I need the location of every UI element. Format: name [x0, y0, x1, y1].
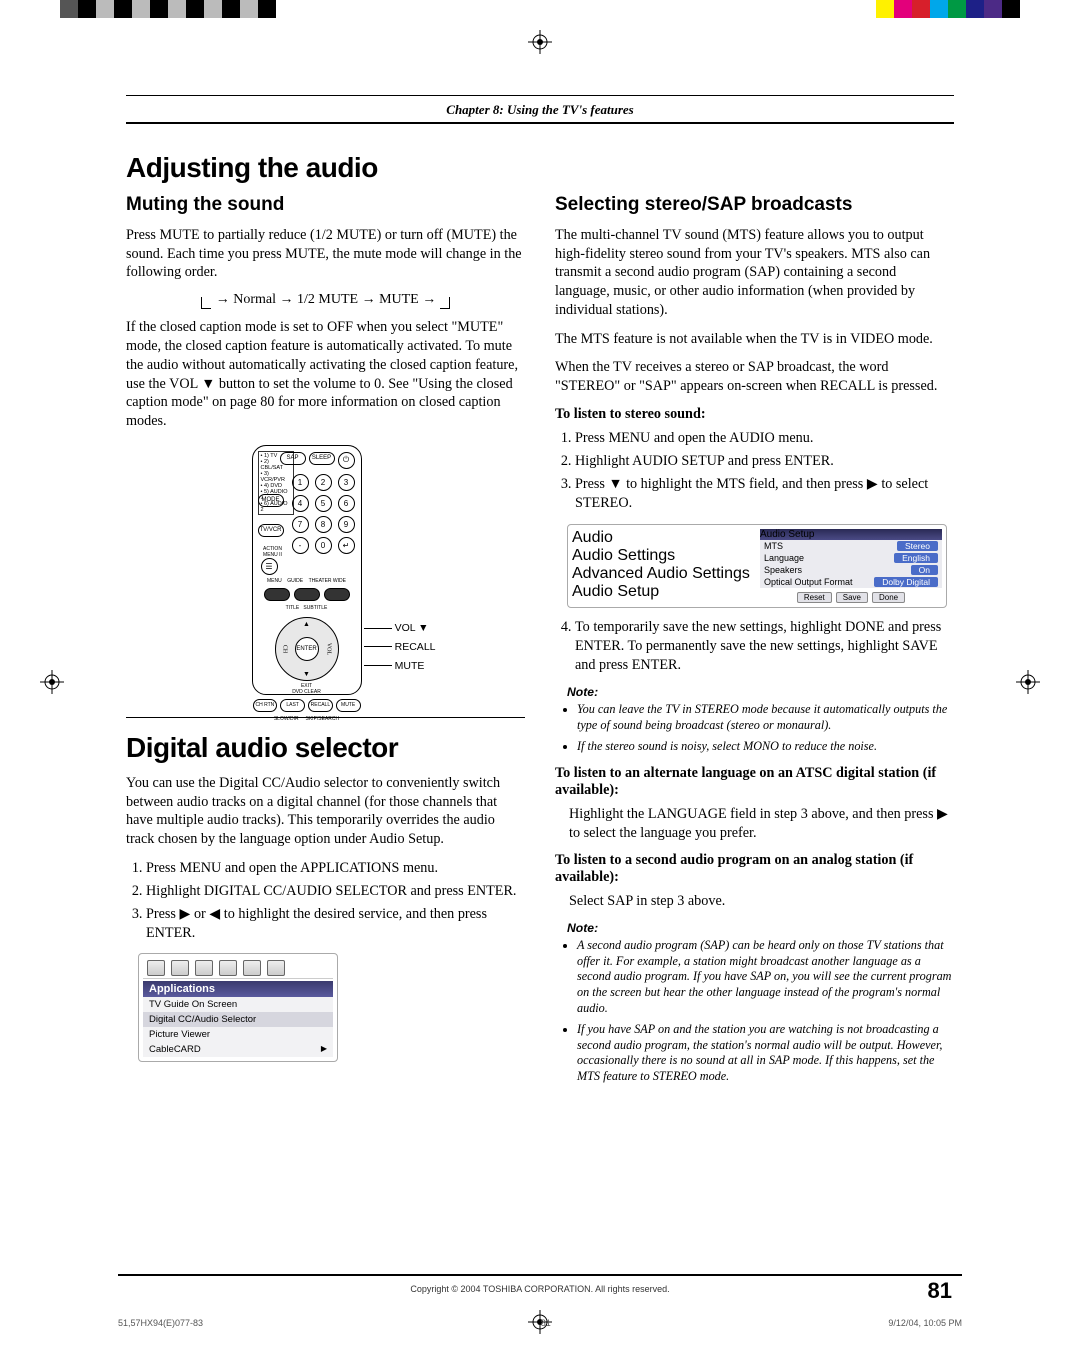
- menu-tab-icon: [267, 960, 285, 976]
- menu-tab-icon: [243, 960, 261, 976]
- note-item: If you have SAP on and the station you a…: [577, 1022, 954, 1084]
- right-column: Selecting stereo/SAP broadcasts The mult…: [555, 194, 954, 1095]
- menu-tab-icon: [171, 960, 189, 976]
- das-step-3: Press ▶ or ◀ to highlight the desired se…: [146, 905, 525, 943]
- sleep-button: SLEEP: [309, 452, 335, 465]
- muting-paragraph-1: Press MUTE to partially reduce (1/2 MUTE…: [126, 226, 525, 282]
- stereo-step-2: Highlight AUDIO SETUP and press ENTER.: [575, 452, 954, 471]
- remote-callouts: VOL ▼ RECALL MUTE: [364, 619, 436, 676]
- menu-tab-icon: [195, 960, 213, 976]
- audio-item: Advanced Audio Settings: [572, 565, 754, 583]
- kv-key: MTS: [764, 541, 783, 551]
- stereo-steps: Press MENU and open the AUDIO menu. High…: [575, 429, 954, 514]
- note-item: You can leave the TV in STEREO mode beca…: [577, 702, 954, 733]
- kv-value: On: [911, 565, 938, 575]
- doc-id: 51,57HX94(E)077-83: [118, 1318, 203, 1328]
- note-label: Note:: [567, 921, 954, 935]
- analog-body: Select SAP in step 3 above.: [569, 892, 954, 911]
- vol-down-label: VOL ▼: [395, 622, 429, 634]
- recall-label: RECALL: [395, 641, 436, 653]
- note-label: Note:: [567, 685, 954, 699]
- build-timestamp: 9/12/04, 10:05 PM: [888, 1318, 962, 1328]
- done-button: Done: [872, 592, 905, 603]
- dpad: ENTER ▲ ▼ CH VOL: [275, 617, 339, 681]
- kv-value: Stereo: [897, 541, 938, 551]
- audio-panel-title: Audio: [572, 529, 754, 547]
- power-icon: ⏻: [338, 452, 355, 469]
- imposition-metadata: 51,57HX94(E)077-83 81 9/12/04, 10:05 PM: [118, 1318, 962, 1328]
- kv-value: English: [894, 553, 938, 563]
- action-menu-button: ☰: [261, 558, 278, 575]
- sheet-number: 81: [541, 1318, 551, 1328]
- left-column: Muting the sound Press MUTE to partially…: [126, 194, 525, 1095]
- sap-notes: A second audio program (SAP) can be hear…: [577, 938, 954, 1084]
- muting-paragraph-2: If the closed caption mode is set to OFF…: [126, 318, 525, 430]
- reset-button: Reset: [797, 592, 832, 603]
- kv-key: Optical Output Format: [764, 577, 853, 587]
- kv-value: Dolby Digital: [874, 577, 938, 587]
- applications-title: Applications: [143, 981, 333, 997]
- das-steps: Press MENU and open the APPLICATIONS men…: [146, 859, 525, 944]
- note-item: A second audio program (SAP) can be hear…: [577, 938, 954, 1016]
- sap-button: SAP: [280, 452, 306, 465]
- app-item: TV Guide On Screen: [143, 997, 333, 1012]
- stereo-step-3: Press ▼ to highlight the MTS field, and …: [575, 475, 954, 513]
- stereo-step-4: To temporarily save the new settings, hi…: [575, 618, 954, 676]
- action-menu-label: ACTION MENU II: [258, 546, 288, 558]
- kv-key: Language: [764, 553, 804, 563]
- app-item: CableCARD▶: [143, 1042, 333, 1057]
- audio-setup-screenshot: Audio Audio Settings Advanced Audio Sett…: [567, 524, 947, 608]
- analog-head: To listen to a second audio program on a…: [555, 852, 954, 886]
- enter-button: ENTER: [295, 637, 319, 661]
- applications-menu-screenshot: Applications TV Guide On Screen Digital …: [138, 953, 338, 1062]
- das-step-1: Press MENU and open the APPLICATIONS men…: [146, 859, 525, 878]
- tvvcr-button: TV/VCR: [258, 524, 284, 537]
- audio-setup-title: Audio Setup: [760, 529, 942, 540]
- copyright: Copyright © 2004 TOSHIBA CORPORATION. Al…: [118, 1284, 962, 1294]
- sap-p3: When the TV receives a stereo or SAP bro…: [555, 358, 954, 395]
- stereo-step-1: Press MENU and open the AUDIO menu.: [575, 429, 954, 448]
- chapter-header: Chapter 8: Using the TV's features: [126, 102, 954, 118]
- sap-p2: The MTS feature is not available when th…: [555, 330, 954, 349]
- atsc-body: Highlight the LANGUAGE field in step 3 a…: [569, 805, 954, 842]
- app-item-selected: Digital CC/Audio Selector: [143, 1012, 333, 1027]
- das-paragraph: You can use the Digital CC/Audio selecto…: [126, 774, 525, 849]
- stereo-instructions-head: To listen to stereo sound:: [555, 406, 954, 423]
- app-item: Picture Viewer: [143, 1027, 333, 1042]
- digital-audio-selector-title: Digital audio selector: [126, 732, 525, 764]
- registration-mark-icon: [1016, 670, 1040, 694]
- mute-chain-text: Normal → 1/2 MUTE → MUTE →: [233, 292, 436, 307]
- mute-label: MUTE: [395, 660, 425, 672]
- audio-item: Audio Settings: [572, 547, 754, 565]
- sap-p1: The multi-channel TV sound (MTS) feature…: [555, 226, 954, 320]
- registration-mark-icon: [40, 670, 64, 694]
- section-title: Adjusting the audio: [126, 152, 954, 184]
- page-content: Chapter 8: Using the TV's features Adjus…: [118, 95, 962, 1294]
- save-button: Save: [836, 592, 868, 603]
- sap-heading: Selecting stereo/SAP broadcasts: [555, 194, 954, 216]
- das-step-2: Highlight DIGITAL CC/AUDIO SELECTOR and …: [146, 882, 525, 901]
- muting-heading: Muting the sound: [126, 194, 525, 216]
- registration-mark-icon: [528, 30, 552, 54]
- menu-tab-icon: [147, 960, 165, 976]
- printer-registration-bars: [0, 0, 1080, 34]
- mute-mode-chain: → Normal → 1/2 MUTE → MUTE →: [126, 292, 525, 308]
- audio-item-selected: Audio Setup: [572, 583, 754, 601]
- stereo-notes: You can leave the TV in STEREO mode beca…: [577, 702, 954, 755]
- atsc-head: To listen to an alternate language on an…: [555, 765, 954, 799]
- stereo-step-4-list: To temporarily save the new settings, hi…: [575, 618, 954, 676]
- mode-button: MODE: [258, 494, 284, 507]
- page-footer: Copyright © 2004 TOSHIBA CORPORATION. Al…: [118, 1274, 962, 1294]
- menu-tab-icon: [219, 960, 237, 976]
- kv-key: Speakers: [764, 565, 802, 575]
- remote-control-illustration: • 1) TV• 2) CBL/SAT• 3) VCR/PVR• 4) DVD•…: [216, 441, 436, 701]
- note-item: If the stereo sound is noisy, select MON…: [577, 739, 954, 755]
- page-number: 81: [928, 1278, 952, 1304]
